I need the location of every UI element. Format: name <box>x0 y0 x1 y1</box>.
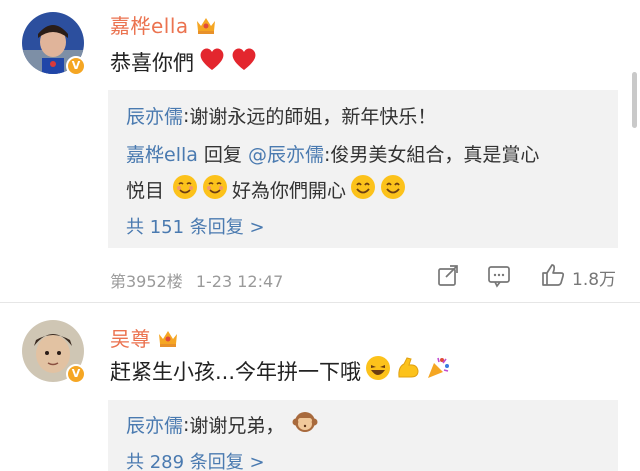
comment-item: V 吴尊 赶紧生小孩...今年拼一下哦 辰亦儒: 谢谢兄弟， 共 289 条回复… <box>0 303 640 471</box>
grin-emoji <box>365 355 391 386</box>
reply-box: 辰亦儒: 谢谢兄弟， 共 289 条回复 > <box>108 400 618 471</box>
comment-button[interactable] <box>487 264 511 293</box>
timestamp: 1-23 12:47 <box>195 272 284 291</box>
heart-icon <box>198 46 226 77</box>
crown-icon <box>157 328 179 348</box>
like-count: 1.8万 <box>572 270 617 290</box>
like-icon <box>540 262 566 293</box>
reply-item: 辰亦儒: 谢谢兄弟， <box>126 409 318 440</box>
monkey-emoji <box>292 409 318 440</box>
blush-emoji <box>172 174 198 205</box>
comment-item: V 嘉桦ella 恭喜你們 辰亦儒: 谢谢永远的師姐，新年快乐！ 嘉桦ella … <box>0 0 640 300</box>
mention-link[interactable]: @辰亦儒 <box>248 140 324 167</box>
party-emoji <box>425 355 451 386</box>
reply-author-link[interactable]: 嘉桦ella <box>126 140 198 167</box>
more-replies-link[interactable]: 共 289 条回复 > <box>126 448 265 471</box>
blush-emoji <box>202 174 228 205</box>
muscle-emoji <box>395 355 421 386</box>
share-icon <box>436 264 460 293</box>
author-name[interactable]: 吴尊 <box>110 323 151 352</box>
smile-emoji <box>350 174 376 205</box>
verified-badge-icon: V <box>66 364 86 384</box>
reply-item: 辰亦儒: 谢谢永远的師姐，新年快乐！ <box>126 102 436 129</box>
more-replies-link[interactable]: 共 151 条回复 > <box>126 213 265 239</box>
reply-box: 辰亦儒: 谢谢永远的師姐，新年快乐！ 嘉桦ella 回复 @辰亦儒:俊男美女組合… <box>108 90 618 248</box>
share-button[interactable] <box>436 264 460 293</box>
reply-item-continuation: 悦目 好為你們開心 <box>126 174 406 205</box>
heart-icon <box>230 46 258 77</box>
like-button[interactable]: 1.8万 <box>540 262 616 293</box>
comment-meta: 第3952楼 1-23 12:47 <box>110 268 283 292</box>
smile-emoji <box>380 174 406 205</box>
author-name[interactable]: 嘉桦ella <box>110 10 189 39</box>
reply-item: 嘉桦ella 回复 @辰亦儒:俊男美女組合，真是賞心 <box>126 140 539 167</box>
comment-icon <box>487 264 511 293</box>
crown-icon <box>195 15 217 35</box>
reply-author-link[interactable]: 辰亦儒 <box>126 102 183 129</box>
comment-text: 恭喜你們 <box>110 46 258 77</box>
verified-badge-icon: V <box>66 56 86 76</box>
scrollbar[interactable] <box>632 72 637 128</box>
reply-author-link[interactable]: 辰亦儒 <box>126 411 183 438</box>
floor-number: 第3952楼 <box>110 272 183 291</box>
comment-text: 赶紧生小孩...今年拼一下哦 <box>110 355 451 386</box>
